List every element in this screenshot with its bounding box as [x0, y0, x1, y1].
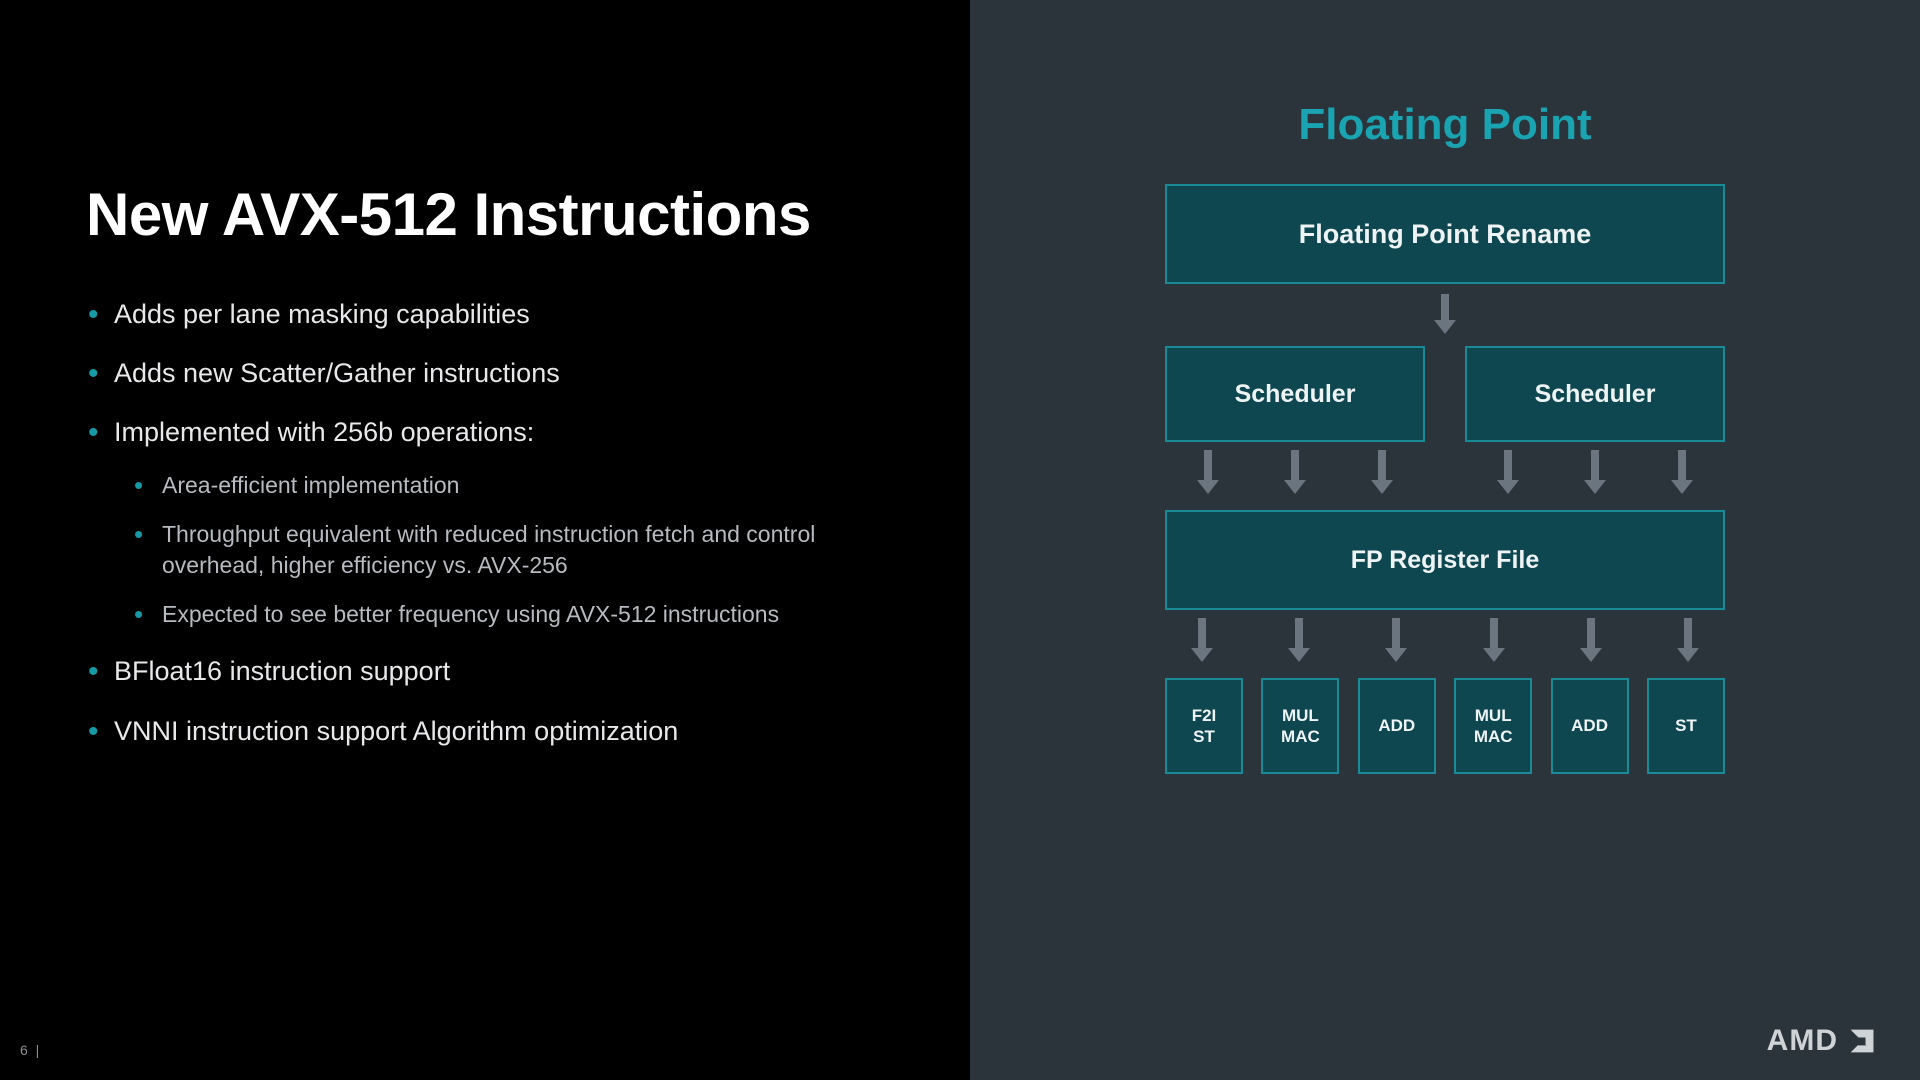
regfile-box: FP Register File — [1165, 510, 1725, 610]
unit-row: F2I ST MUL MAC ADD MUL MAC ADD ST — [1165, 678, 1725, 774]
arrow-down-icon — [1438, 294, 1452, 334]
left-panel: New AVX-512 Instructions Adds per lane m… — [0, 0, 970, 1080]
page-number: 6 | — [20, 1042, 41, 1058]
scheduler-row: Scheduler Scheduler — [1165, 346, 1725, 442]
bullet-item: Adds per lane masking capabilities — [86, 297, 910, 332]
sub-bullet-item: Area-efficient implementation — [134, 470, 834, 501]
arrow-down-icon — [1584, 618, 1598, 662]
sub-bullet-list: Area-efficient implementation Throughput… — [114, 470, 910, 630]
sub-bullet-item: Throughput equivalent with reduced instr… — [134, 519, 834, 581]
amd-arrow-icon — [1848, 1027, 1876, 1055]
arrow-down-icon — [1195, 618, 1209, 662]
bullet-text: BFloat16 instruction support — [114, 656, 450, 686]
scheduler-box-left: Scheduler — [1165, 346, 1425, 442]
arrow-down-icon — [1487, 618, 1501, 662]
bullet-text: Adds per lane masking capabilities — [114, 299, 530, 329]
regfile-arrows — [1165, 618, 1725, 668]
bullet-text: Adds new Scatter/Gather instructions — [114, 358, 560, 388]
right-panel: Floating Point Floating Point Rename Sch… — [970, 0, 1920, 1080]
floating-point-diagram: Floating Point Rename Scheduler Schedule… — [1165, 184, 1725, 774]
bullet-item: BFloat16 instruction support — [86, 654, 910, 689]
arrow-down-icon — [1201, 450, 1215, 494]
bullet-text: Implemented with 256b operations: — [114, 417, 534, 447]
arrow-down-icon — [1292, 618, 1306, 662]
diagram-title: Floating Point — [970, 100, 1920, 150]
unit-box-st: ST — [1647, 678, 1725, 774]
bullet-list: Adds per lane masking capabilities Adds … — [86, 297, 910, 749]
arrow-down-icon — [1681, 618, 1695, 662]
unit-box-add: ADD — [1358, 678, 1436, 774]
bullet-item: Adds new Scatter/Gather instructions — [86, 356, 910, 391]
unit-box-mul-mac: MUL MAC — [1454, 678, 1532, 774]
unit-box-mul-mac: MUL MAC — [1261, 678, 1339, 774]
arrow-down-icon — [1375, 450, 1389, 494]
arrow-down-icon — [1588, 450, 1602, 494]
bullet-item: Implemented with 256b operations: Area-e… — [86, 415, 910, 630]
scheduler-box-right: Scheduler — [1465, 346, 1725, 442]
unit-box-f2i-st: F2I ST — [1165, 678, 1243, 774]
sub-bullet-item: Expected to see better frequency using A… — [134, 599, 834, 630]
scheduler-arrows — [1165, 450, 1725, 500]
amd-logo: AMD — [1767, 1024, 1876, 1058]
bullet-text: VNNI instruction support Algorithm optim… — [114, 716, 678, 746]
bullet-item: VNNI instruction support Algorithm optim… — [86, 714, 910, 749]
arrow-down-icon — [1288, 450, 1302, 494]
arrow-down-icon — [1675, 450, 1689, 494]
brand-name: AMD — [1767, 1024, 1838, 1058]
rename-box: Floating Point Rename — [1165, 184, 1725, 284]
unit-box-add: ADD — [1551, 678, 1629, 774]
slide-title: New AVX-512 Instructions — [86, 180, 910, 249]
arrow-down-icon — [1501, 450, 1515, 494]
arrow-down-icon — [1389, 618, 1403, 662]
